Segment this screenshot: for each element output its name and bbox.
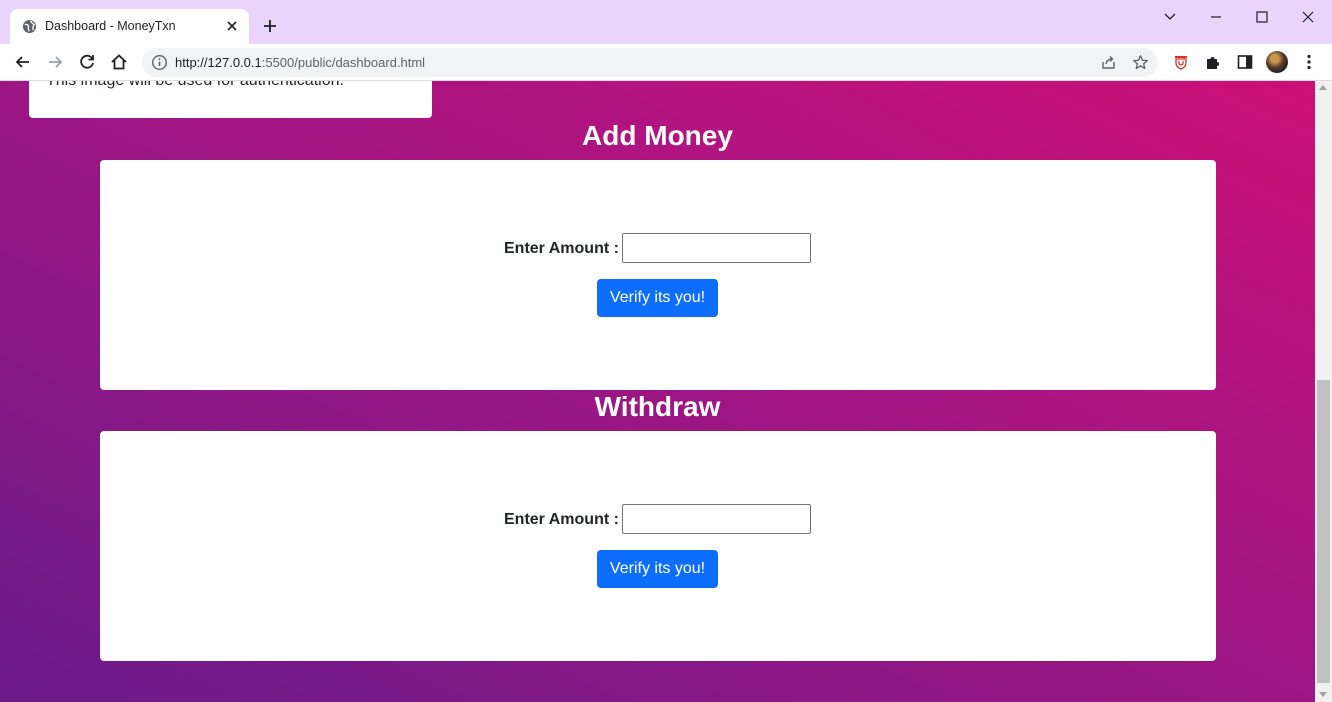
forward-icon[interactable]: [45, 52, 65, 72]
browser-toolbar: http://127.0.0.1:5500/public/dashboard.h…: [0, 44, 1332, 81]
add-money-verify-button[interactable]: Verify its you!: [597, 279, 718, 317]
scroll-thumb[interactable]: [1317, 380, 1330, 683]
withdraw-title: Withdraw: [594, 391, 721, 422]
add-money-title: Add Money: [582, 120, 733, 151]
menu-icon[interactable]: [1300, 53, 1318, 71]
auth-note: This image will be used for authenticati…: [46, 81, 344, 90]
add-money-amount-label: Enter Amount :: [504, 240, 619, 257]
tab-title: Dashboard - MoneyTxn: [45, 19, 176, 33]
side-panel-icon[interactable]: [1236, 53, 1254, 71]
reload-icon[interactable]: [77, 52, 97, 72]
extension-shield-icon[interactable]: [1172, 53, 1190, 71]
profile-avatar[interactable]: [1266, 51, 1288, 73]
page-scrollbar[interactable]: [1315, 81, 1332, 702]
withdraw-amount-input[interactable]: [622, 504, 811, 534]
withdraw-amount-label: Enter Amount :: [504, 511, 619, 528]
home-icon[interactable]: [109, 52, 129, 72]
info-icon[interactable]: [151, 54, 168, 71]
chevron-down-icon[interactable]: [1159, 6, 1181, 28]
url-path: :5500/public/dashboard.html: [261, 55, 426, 70]
close-icon[interactable]: [224, 18, 240, 34]
globe-icon: [22, 19, 37, 34]
withdraw-verify-button[interactable]: Verify its you!: [597, 550, 718, 588]
plus-icon[interactable]: [260, 16, 280, 36]
window-close-icon[interactable]: [1297, 6, 1319, 28]
scroll-up-arrow[interactable]: [1319, 85, 1327, 90]
back-icon[interactable]: [13, 52, 33, 72]
auth-image-card: This image will be used for authenticati…: [29, 81, 432, 118]
minimize-icon[interactable]: [1205, 6, 1227, 28]
browser-titlebar: Dashboard - MoneyTxn: [0, 0, 1332, 44]
add-money-card: Enter Amount : Verify its you!: [100, 160, 1216, 390]
puzzle-icon[interactable]: [1204, 53, 1222, 71]
page-viewport: This image will be used for authenticati…: [0, 81, 1315, 702]
browser-tab[interactable]: Dashboard - MoneyTxn: [10, 9, 249, 44]
url-text[interactable]: http://127.0.0.1:5500/public/dashboard.h…: [175, 55, 425, 70]
share-icon[interactable]: [1100, 54, 1117, 71]
add-money-amount-input[interactable]: [622, 233, 811, 263]
star-icon[interactable]: [1132, 54, 1149, 71]
url-host: http://127.0.0.1: [175, 55, 262, 70]
maximize-icon[interactable]: [1251, 6, 1273, 28]
address-bar[interactable]: http://127.0.0.1:5500/public/dashboard.h…: [142, 48, 1158, 77]
withdraw-card: Enter Amount : Verify its you!: [100, 431, 1216, 661]
scroll-down-arrow[interactable]: [1319, 692, 1327, 697]
